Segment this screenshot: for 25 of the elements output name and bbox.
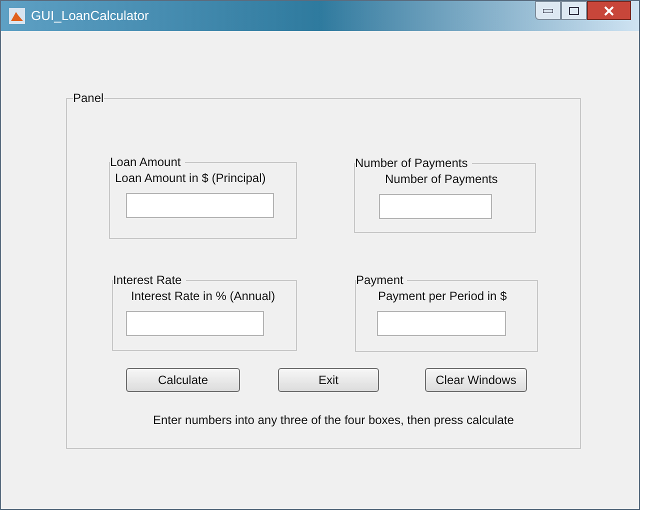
instruction-text: Enter numbers into any three of the four boxes, then press calculate bbox=[153, 413, 515, 427]
group-title: Number of Payments bbox=[355, 156, 469, 170]
input-field[interactable] bbox=[379, 194, 492, 219]
close-icon bbox=[604, 6, 614, 16]
maximize-icon bbox=[569, 6, 579, 14]
group-title: Loan Amount bbox=[110, 155, 182, 169]
window-title: GUI_LoanCalculator bbox=[31, 7, 149, 26]
field-label: Number of Payments bbox=[384, 172, 499, 186]
group-title: Payment bbox=[356, 273, 404, 287]
input-field[interactable] bbox=[126, 193, 274, 218]
action-button[interactable]: Clear Windows bbox=[425, 368, 527, 392]
field-label: Loan Amount in $ (Principal) bbox=[114, 171, 267, 185]
maximize-button[interactable] bbox=[561, 1, 587, 20]
input-field[interactable] bbox=[377, 311, 506, 336]
action-button[interactable]: Calculate bbox=[126, 368, 240, 392]
input-field[interactable] bbox=[126, 311, 264, 336]
action-button[interactable]: Exit bbox=[278, 368, 379, 392]
panel-title: Panel bbox=[73, 91, 104, 105]
field-label: Interest Rate in % (Annual) bbox=[130, 289, 276, 303]
minimize-button[interactable] bbox=[535, 1, 561, 20]
field-label: Payment per Period in $ bbox=[377, 289, 508, 303]
peak-icon bbox=[9, 8, 25, 24]
group-title: Interest Rate bbox=[113, 273, 183, 287]
minimize-icon bbox=[543, 8, 553, 12]
close-button[interactable] bbox=[587, 1, 631, 20]
